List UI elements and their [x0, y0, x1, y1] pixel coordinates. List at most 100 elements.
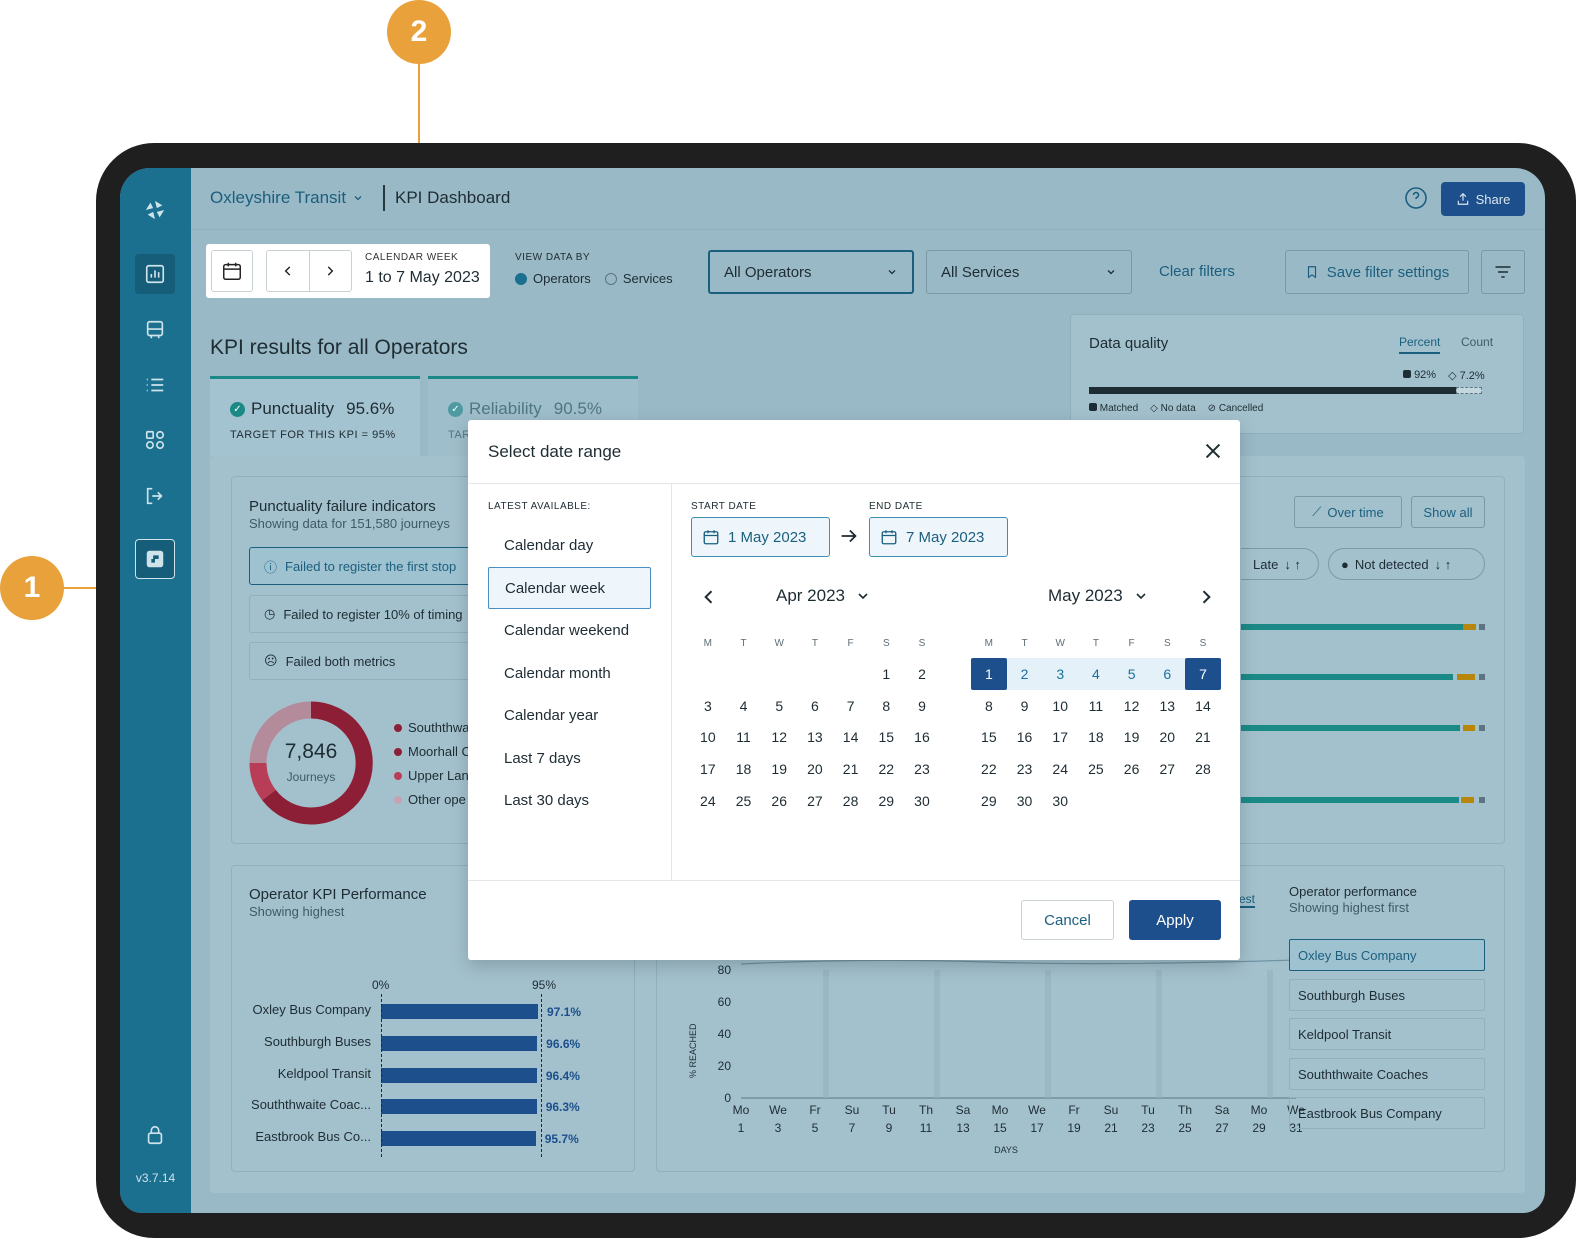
calendar-day[interactable]: 26	[761, 785, 797, 817]
calendar-day[interactable]: 20	[797, 753, 833, 785]
close-icon[interactable]	[1202, 440, 1224, 462]
organisation-selector[interactable]: Oxleyshire Transit	[210, 188, 364, 208]
calendar-day[interactable]: 6	[1149, 658, 1186, 690]
end-date-input[interactable]: 7 May 2023	[869, 517, 1008, 557]
calendar-day[interactable]: 9	[1007, 690, 1043, 722]
show-all-button[interactable]: Show all	[1411, 496, 1485, 528]
calendar-day[interactable]: 28	[1185, 753, 1221, 785]
share-button[interactable]: Share	[1441, 182, 1525, 216]
sort-not-detected-pill[interactable]: ● Not detected ↓ ↑	[1328, 548, 1485, 580]
tab-percent[interactable]: Percent	[1399, 335, 1441, 354]
app-logo-icon[interactable]	[135, 190, 175, 230]
calendar-day[interactable]: 3	[690, 690, 726, 722]
calendar-day[interactable]: 16	[1007, 721, 1043, 753]
calendar-day[interactable]: 11	[1078, 690, 1114, 722]
calendar-day[interactable]: 23	[1007, 753, 1043, 785]
calendar-day[interactable]: 14	[1185, 690, 1221, 722]
calendar-day[interactable]: 27	[797, 785, 833, 817]
filter-menu-button[interactable]	[1481, 250, 1525, 294]
sidebar-item-dashboard[interactable]	[135, 254, 175, 294]
calendar-day[interactable]: 29	[868, 785, 904, 817]
calendar-day[interactable]: 13	[797, 721, 833, 753]
preset-option[interactable]: Calendar month	[488, 652, 651, 694]
calendar-day[interactable]: 26	[1114, 753, 1150, 785]
calendar-day[interactable]: 7	[833, 690, 869, 722]
calendar-day[interactable]: 30	[904, 785, 940, 817]
calendar-day[interactable]: 19	[1114, 721, 1150, 753]
calendar-day[interactable]: 17	[690, 753, 726, 785]
operator-list-item[interactable]: Souththwaite Coaches	[1289, 1058, 1485, 1090]
calendar-day[interactable]: 13	[1149, 690, 1185, 722]
radio-operators[interactable]: Operators	[515, 271, 591, 286]
calendar-day[interactable]: 25	[1078, 753, 1114, 785]
calendar-day[interactable]: 5	[1113, 658, 1150, 690]
calendar-day[interactable]: 15	[868, 721, 904, 753]
calendar-day[interactable]: 23	[904, 753, 940, 785]
start-date-input[interactable]: 1 May 2023	[691, 517, 830, 557]
calendar-day[interactable]: 11	[726, 721, 762, 753]
calendar-day[interactable]: 8	[868, 690, 904, 722]
bar[interactable]	[381, 1131, 536, 1147]
calendar-day[interactable]: 24	[1042, 753, 1078, 785]
bar[interactable]	[381, 1004, 538, 1019]
calendar-day[interactable]: 21	[833, 753, 869, 785]
preset-option[interactable]: Last 30 days	[488, 779, 651, 821]
preset-option[interactable]: Calendar day	[488, 524, 651, 566]
calendar-day[interactable]: 16	[904, 721, 940, 753]
indicator-first-stop[interactable]: ⓘ Failed to register the first stop	[249, 547, 479, 585]
preset-option[interactable]: Last 7 days	[488, 737, 651, 779]
preset-option[interactable]: Calendar weekend	[488, 609, 651, 651]
calendar-day[interactable]: 2	[904, 658, 940, 690]
date-range-picker[interactable]: CALENDAR WEEK 1 to 7 May 2023	[206, 244, 490, 298]
calendar-day[interactable]: 19	[761, 753, 797, 785]
cancel-button[interactable]: Cancel	[1021, 900, 1114, 940]
calendar-day[interactable]: 1	[971, 658, 1007, 690]
calendar-day[interactable]: 9	[904, 690, 940, 722]
calendar-day[interactable]: 14	[833, 721, 869, 753]
services-select[interactable]: All Services	[926, 250, 1132, 294]
calendar-day[interactable]: 17	[1042, 721, 1078, 753]
chart-tab-fragment[interactable]: est	[1239, 892, 1256, 908]
calendar-day[interactable]: 12	[761, 721, 797, 753]
tab-count[interactable]: Count	[1461, 335, 1493, 349]
radio-services[interactable]: Services	[604, 271, 673, 286]
operator-list-item[interactable]: Southburgh Buses	[1289, 979, 1485, 1011]
calendar-day[interactable]: 2	[1006, 658, 1043, 690]
calendar-day[interactable]: 10	[1042, 690, 1078, 722]
sidebar-item-apps[interactable]	[135, 420, 175, 460]
calendar-day[interactable]: 8	[971, 690, 1007, 722]
previous-month-button[interactable]	[699, 587, 719, 607]
left-month-selector[interactable]: Apr 2023	[776, 586, 871, 606]
sidebar-item-spreadsheet[interactable]	[135, 539, 175, 579]
bar[interactable]	[381, 1035, 538, 1051]
calendar-day[interactable]: 18	[726, 753, 762, 785]
tab-punctuality[interactable]: ✓ Punctuality 95.6% TARGET FOR THIS KPI = …	[210, 376, 420, 456]
calendar-day[interactable]: 22	[971, 753, 1007, 785]
calendar-day[interactable]: 30	[1007, 785, 1043, 817]
calendar-day[interactable]: 25	[726, 785, 762, 817]
indicator-timing[interactable]: ◷ Failed to register 10% of timing	[249, 595, 479, 633]
calendar-day[interactable]: 12	[1114, 690, 1150, 722]
apply-button[interactable]: Apply	[1129, 900, 1221, 940]
sort-late-pill[interactable]: Late ↓ ↑	[1241, 548, 1319, 580]
right-month-selector[interactable]: May 2023	[1048, 586, 1149, 606]
save-filter-settings-button[interactable]: Save filter settings	[1285, 250, 1469, 294]
calendar-day[interactable]: 4	[1078, 658, 1114, 690]
bar[interactable]	[381, 1099, 537, 1115]
operator-list-item[interactable]: Keldpool Transit	[1289, 1018, 1485, 1050]
calendar-day[interactable]: 27	[1149, 753, 1185, 785]
calendar-day[interactable]: 4	[726, 690, 762, 722]
sidebar-item-list[interactable]	[135, 365, 175, 405]
bar[interactable]	[381, 1067, 537, 1083]
indicator-both[interactable]: ☹ Failed both metrics	[249, 642, 479, 680]
calendar-day[interactable]: 30	[1042, 785, 1078, 817]
help-icon[interactable]	[1404, 186, 1428, 210]
next-month-button[interactable]	[1196, 587, 1216, 607]
calendar-day[interactable]: 7	[1185, 658, 1221, 690]
calendar-day[interactable]: 10	[690, 721, 726, 753]
open-calendar-button[interactable]	[211, 250, 253, 292]
calendar-day[interactable]: 5	[761, 690, 797, 722]
calendar-day[interactable]: 28	[833, 785, 869, 817]
calendar-day[interactable]: 20	[1149, 721, 1185, 753]
sidebar-item-vehicles[interactable]	[135, 310, 175, 350]
